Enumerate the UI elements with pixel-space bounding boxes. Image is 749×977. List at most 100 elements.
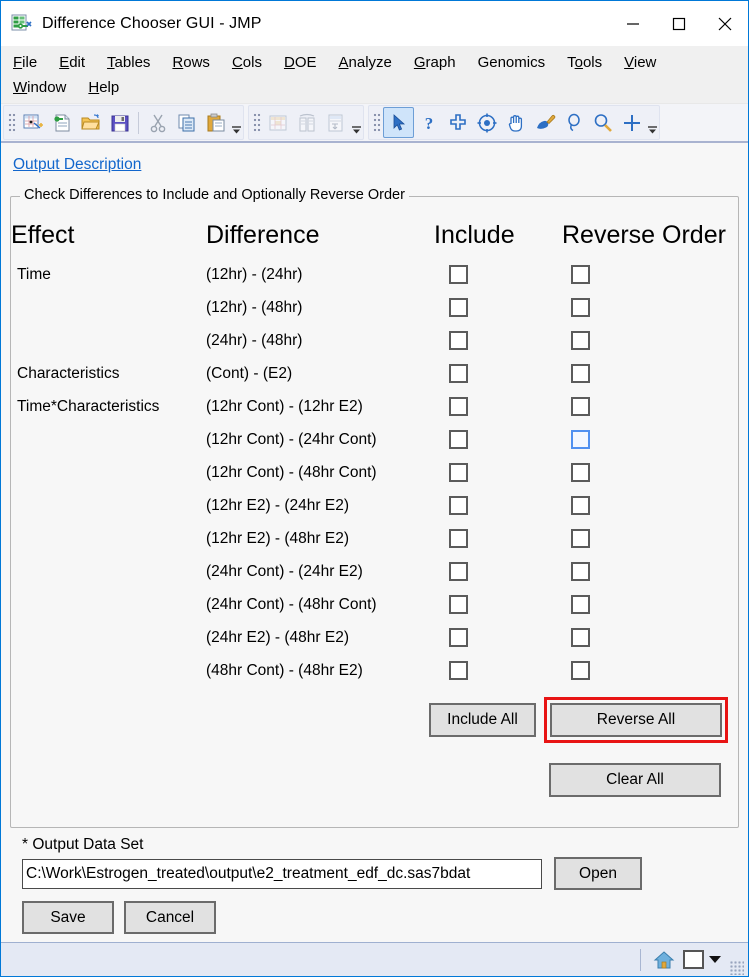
include-checkbox[interactable] — [449, 496, 468, 515]
lasso-magnifier-icon[interactable] — [559, 108, 588, 137]
minimize-icon[interactable] — [610, 2, 656, 46]
cell-reverse-order — [562, 258, 738, 291]
include-checkbox[interactable] — [449, 298, 468, 317]
columns-icon[interactable] — [292, 108, 321, 137]
groupbox-legend: Check Differences to Include and Optiona… — [20, 187, 409, 203]
maximize-icon[interactable] — [656, 2, 702, 46]
cell-include — [434, 423, 562, 456]
close-icon[interactable] — [702, 2, 748, 46]
reverse-order-checkbox[interactable] — [571, 628, 590, 647]
cancel-button[interactable]: Cancel — [124, 901, 216, 934]
menu-item-tools[interactable]: Tools — [567, 54, 602, 71]
include-checkbox[interactable] — [449, 397, 468, 416]
content-panel: Output Description Check Differences to … — [1, 143, 748, 942]
reverse-order-checkbox[interactable] — [571, 661, 590, 680]
status-bar — [1, 942, 748, 976]
new-data-table-icon[interactable] — [18, 108, 47, 137]
save-button[interactable]: Save — [22, 901, 114, 934]
toolbar-overflow-icon[interactable] — [230, 106, 242, 139]
home-icon[interactable] — [651, 947, 677, 973]
help-question-icon[interactable]: ? — [414, 108, 443, 137]
menu-item-rows[interactable]: Rows — [172, 54, 210, 71]
menu-item-view[interactable]: View — [624, 54, 656, 71]
clear-all-button[interactable]: Clear All — [549, 763, 721, 797]
sort-table-icon[interactable] — [321, 108, 350, 137]
caret-down-icon[interactable] — [708, 951, 722, 969]
include-checkbox[interactable] — [449, 595, 468, 614]
open-button[interactable]: Open — [554, 857, 642, 890]
open-file-icon[interactable] — [76, 108, 105, 137]
output-description-link[interactable]: Output Description — [13, 156, 141, 174]
paste-icon[interactable] — [201, 108, 230, 137]
menu-item-analyze[interactable]: Analyze — [339, 54, 392, 71]
new-script-icon[interactable] — [47, 108, 76, 137]
menu-item-graph[interactable]: Graph — [414, 54, 456, 71]
cell-reverse-order — [562, 291, 738, 324]
reverse-order-checkbox[interactable] — [571, 595, 590, 614]
cell-include — [434, 390, 562, 423]
blank-page-icon[interactable] — [683, 950, 704, 969]
cell-effect — [11, 489, 206, 522]
toolbar-overflow-icon[interactable] — [350, 106, 362, 139]
menu-item-file[interactable]: File — [13, 54, 37, 71]
table-row: (12hr) - (48hr) — [11, 291, 738, 324]
cell-difference: (24hr Cont) - (48hr Cont) — [206, 595, 377, 613]
reverse-order-checkbox[interactable] — [571, 496, 590, 515]
table-row: (24hr Cont) - (24hr E2) — [11, 555, 738, 588]
menu-item-window[interactable]: Window — [13, 79, 66, 96]
plus-icon[interactable] — [617, 108, 646, 137]
cell-effect: Time*Characteristics — [17, 397, 160, 415]
include-checkbox[interactable] — [449, 265, 468, 284]
toolbar-grip-icon[interactable] — [8, 111, 16, 134]
magnifier-icon[interactable] — [588, 108, 617, 137]
output-path-input[interactable] — [22, 858, 542, 889]
menu-item-edit[interactable]: Edit — [59, 54, 85, 71]
reverse-order-checkbox[interactable] — [571, 298, 590, 317]
cell-include — [434, 555, 562, 588]
reverse-order-checkbox[interactable] — [571, 529, 590, 548]
cell-include — [434, 489, 562, 522]
cell-include — [434, 324, 562, 357]
groupbox-inner: Effect Difference Include Reverse Order … — [11, 197, 738, 797]
menu-item-help[interactable]: Help — [88, 79, 119, 96]
column-header-difference: Difference — [206, 221, 320, 249]
toolbar-overflow-icon[interactable] — [646, 106, 658, 139]
menu-item-genomics[interactable]: Genomics — [478, 54, 546, 71]
reverse-order-checkbox[interactable] — [571, 463, 590, 482]
reverse-all-button[interactable]: Reverse All — [550, 703, 722, 737]
include-checkbox[interactable] — [449, 331, 468, 350]
paintbrush-icon[interactable] — [530, 108, 559, 137]
arrow-select-icon[interactable] — [383, 107, 414, 138]
subset-table-icon[interactable] — [263, 108, 292, 137]
reverse-order-checkbox[interactable] — [571, 562, 590, 581]
save-icon[interactable] — [105, 108, 134, 137]
hand-grabber-icon[interactable] — [501, 108, 530, 137]
reverse-order-checkbox[interactable] — [571, 430, 590, 449]
resize-grip-icon[interactable] — [730, 961, 744, 975]
menu-item-doe[interactable]: DOE — [284, 54, 317, 71]
toolbar-grip-icon[interactable] — [253, 111, 261, 134]
include-checkbox[interactable] — [449, 364, 468, 383]
include-checkbox[interactable] — [449, 529, 468, 548]
reverse-order-checkbox[interactable] — [571, 265, 590, 284]
menu-item-cols[interactable]: Cols — [232, 54, 262, 71]
reverse-order-checkbox[interactable] — [571, 364, 590, 383]
copy-icon[interactable] — [172, 108, 201, 137]
cut-icon[interactable] — [143, 108, 172, 137]
brush-target-icon[interactable] — [472, 108, 501, 137]
cell-reverse-order — [562, 654, 738, 687]
reverse-order-checkbox[interactable] — [571, 397, 590, 416]
reverse-order-checkbox[interactable] — [571, 331, 590, 350]
cell-include — [434, 291, 562, 324]
crosshair-icon[interactable] — [443, 108, 472, 137]
include-checkbox[interactable] — [449, 562, 468, 581]
include-checkbox[interactable] — [449, 661, 468, 680]
include-all-button[interactable]: Include All — [429, 703, 536, 737]
include-checkbox[interactable] — [449, 628, 468, 647]
cell-difference: (12hr) - (24hr) — [206, 265, 303, 283]
include-checkbox[interactable] — [449, 430, 468, 449]
menu-item-tables[interactable]: Tables — [107, 54, 150, 71]
include-checkbox[interactable] — [449, 463, 468, 482]
toolbar-grip-icon[interactable] — [373, 111, 381, 134]
cell-difference: (12hr E2) - (48hr E2) — [206, 529, 349, 547]
